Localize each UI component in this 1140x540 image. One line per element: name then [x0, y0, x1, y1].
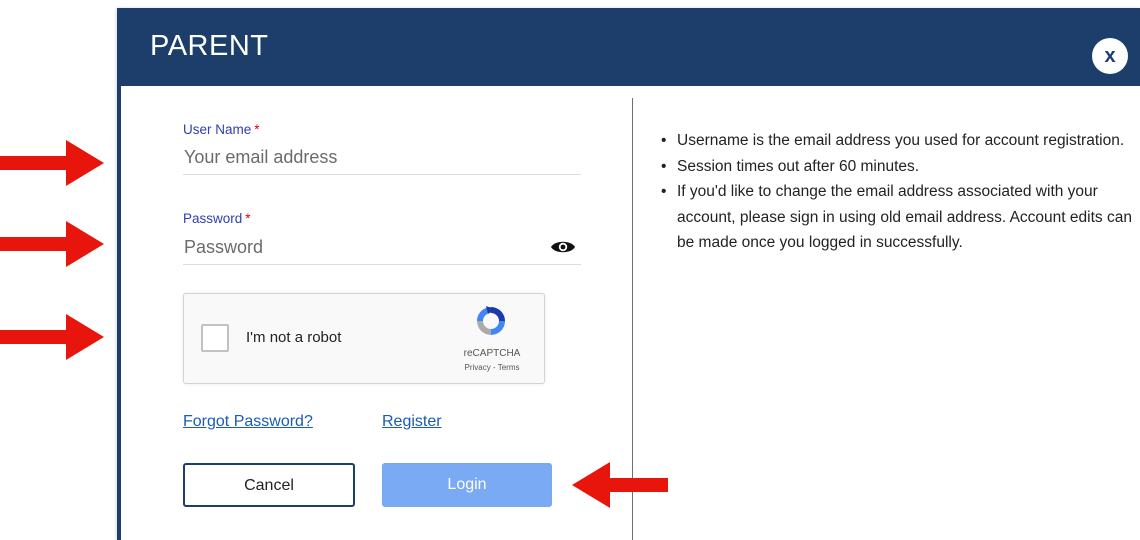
- username-input[interactable]: [184, 145, 579, 169]
- close-button[interactable]: x: [1092, 38, 1128, 74]
- dialog-header: PARENT x: [121, 8, 1140, 86]
- annotation-arrow-username: [0, 140, 104, 186]
- recaptcha-logo-icon: [477, 306, 505, 335]
- required-asterisk: *: [245, 211, 251, 226]
- password-label: Password *: [183, 211, 251, 226]
- recaptcha-brand: reCAPTCHA: [463, 348, 521, 359]
- close-icon: x: [1104, 45, 1116, 67]
- recaptcha-privacy-terms[interactable]: Privacy - Terms: [454, 363, 530, 372]
- cancel-button[interactable]: Cancel: [183, 463, 355, 507]
- username-label: User Name *: [183, 122, 260, 137]
- password-input[interactable]: [184, 235, 544, 259]
- login-dialog: PARENT x User Name* Password* I'm not a …: [117, 8, 1140, 540]
- annotation-arrow-password: [0, 221, 104, 267]
- show-password-eye-icon[interactable]: [550, 239, 576, 255]
- info-list: Username is the email address you used f…: [661, 128, 1140, 256]
- required-asterisk: *: [254, 122, 260, 137]
- register-link[interactable]: Register: [382, 413, 442, 431]
- recaptcha-checkbox[interactable]: [201, 324, 229, 352]
- annotation-arrow-captcha: [0, 314, 104, 360]
- forgot-password-link[interactable]: Forgot Password?: [183, 413, 313, 431]
- annotation-arrow-login: [572, 462, 668, 508]
- recaptcha-widget: I'm not a robot reCAPTCHA Privacy - Term…: [183, 293, 545, 384]
- login-button[interactable]: Login: [382, 463, 552, 507]
- info-item: If you'd like to change the email addres…: [661, 179, 1140, 256]
- info-item: Session times out after 60 minutes.: [661, 154, 1140, 180]
- username-underline: [183, 174, 581, 175]
- recaptcha-label: I'm not a robot: [246, 329, 342, 346]
- password-underline: [183, 264, 581, 265]
- dialog-title: PARENT: [150, 30, 269, 62]
- info-item: Username is the email address you used f…: [661, 128, 1140, 154]
